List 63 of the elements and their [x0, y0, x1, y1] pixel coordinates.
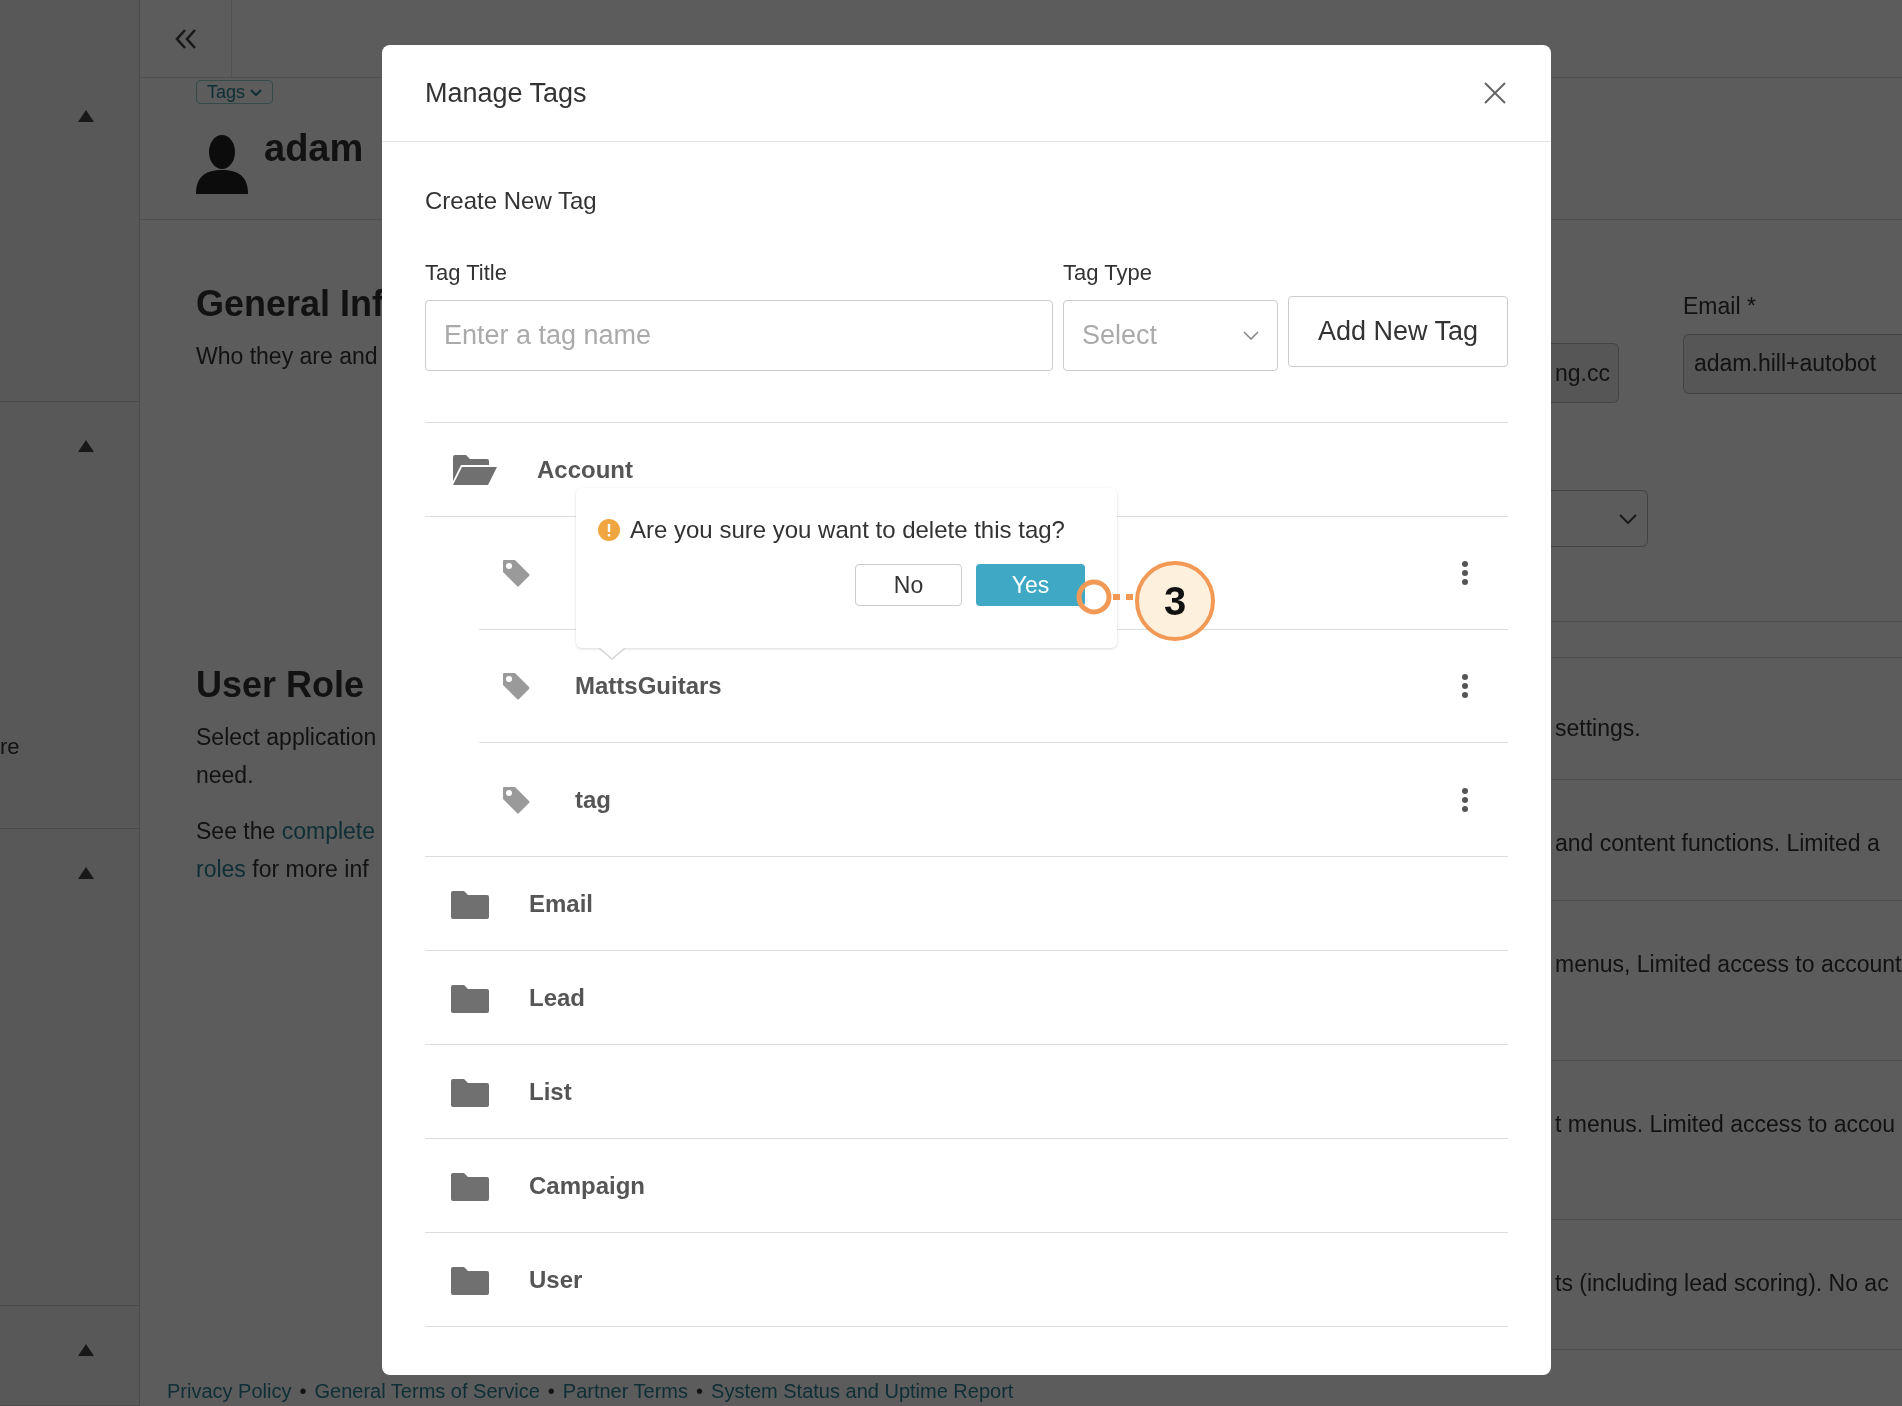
warning-icon	[598, 519, 620, 541]
vertical-dots-icon	[1462, 787, 1468, 812]
folder-name[interactable]: List	[529, 1073, 572, 1110]
email-label: Email *	[1683, 292, 1757, 321]
link[interactable]: complete	[281, 818, 375, 845]
section-heading: Create New Tag	[425, 186, 598, 216]
separator-text: •	[299, 1379, 307, 1404]
user-name: adam	[264, 126, 364, 171]
caret-down-icon	[250, 89, 263, 98]
vertical-dots-icon	[1462, 674, 1468, 698]
folder-name[interactable]: Campaign	[529, 1167, 645, 1204]
field-label: Tag Title	[425, 259, 508, 287]
link[interactable]: roles	[196, 856, 246, 883]
folder-name[interactable]: Account	[537, 451, 633, 488]
add-tag-button[interactable]: Add New Tag	[1288, 296, 1508, 367]
section-heading: General Inf	[196, 282, 382, 326]
paragraph-line: need.	[196, 761, 255, 791]
tag-icon	[501, 671, 531, 701]
tag-name: MattsGuitars	[575, 671, 722, 701]
select-field[interactable]	[1551, 490, 1648, 547]
caret-up-icon[interactable]	[78, 1344, 94, 1356]
footer-link[interactable]: Privacy Policy	[167, 1376, 292, 1406]
tag-title-input[interactable]: Enter a tag name	[425, 300, 1053, 371]
modal-title: Manage Tags	[425, 76, 587, 110]
paragraph-line: Who they are and	[196, 342, 379, 372]
separator-text: •	[696, 1379, 704, 1404]
paragraph-line: Select application	[196, 723, 378, 753]
step-number: 3	[1135, 561, 1215, 641]
field-label: Tag Type	[1063, 259, 1153, 287]
vertical-dots-icon	[1462, 561, 1468, 585]
role-description: t menus. Limited access to accou	[1555, 1111, 1896, 1137]
yes-button[interactable]: Yes	[976, 564, 1085, 606]
close-button[interactable]	[1482, 80, 1508, 106]
tags-dropdown[interactable]: Tags	[196, 80, 274, 104]
role-description: menus, Limited access to account	[1555, 951, 1902, 977]
caret-up-icon[interactable]	[78, 867, 94, 879]
tag-icon	[501, 784, 531, 815]
section-heading: User Role	[196, 663, 366, 707]
sidebar-text: re	[0, 733, 20, 761]
tag-name: tag	[575, 784, 611, 815]
footer-link[interactable]: General Terms of Service	[314, 1376, 540, 1406]
role-description: and content functions. Limited a	[1555, 830, 1880, 856]
folder-name[interactable]: User	[529, 1261, 583, 1298]
tag-type-select[interactable]: Select	[1063, 300, 1278, 371]
role-description: settings.	[1555, 715, 1641, 741]
paragraph-text: for more inf	[251, 856, 369, 883]
caret-up-icon[interactable]	[78, 110, 94, 122]
tag-icon	[501, 558, 531, 588]
role-description: ts (including lead scoring). No ac	[1555, 1270, 1889, 1296]
paragraph-text: See the	[196, 818, 277, 845]
confirm-message: Are you sure you want to delete this tag?	[630, 515, 1065, 545]
separator-text: •	[547, 1379, 555, 1404]
folder-name[interactable]: Email	[529, 885, 594, 922]
no-button[interactable]: No	[855, 564, 962, 606]
double-chevron-left-icon	[173, 27, 198, 50]
input-field[interactable]: ng.cc	[1551, 343, 1619, 403]
footer-link[interactable]: Partner Terms	[562, 1376, 689, 1406]
email-field[interactable]: adam.hill+autobot	[1683, 333, 1902, 394]
folder-name[interactable]: Lead	[529, 979, 585, 1016]
footer-link[interactable]: System Status and Uptime Report	[711, 1376, 1014, 1406]
chevron-down-icon	[1619, 513, 1637, 524]
caret-up-icon[interactable]	[78, 440, 94, 452]
chevron-down-icon	[1243, 331, 1259, 340]
